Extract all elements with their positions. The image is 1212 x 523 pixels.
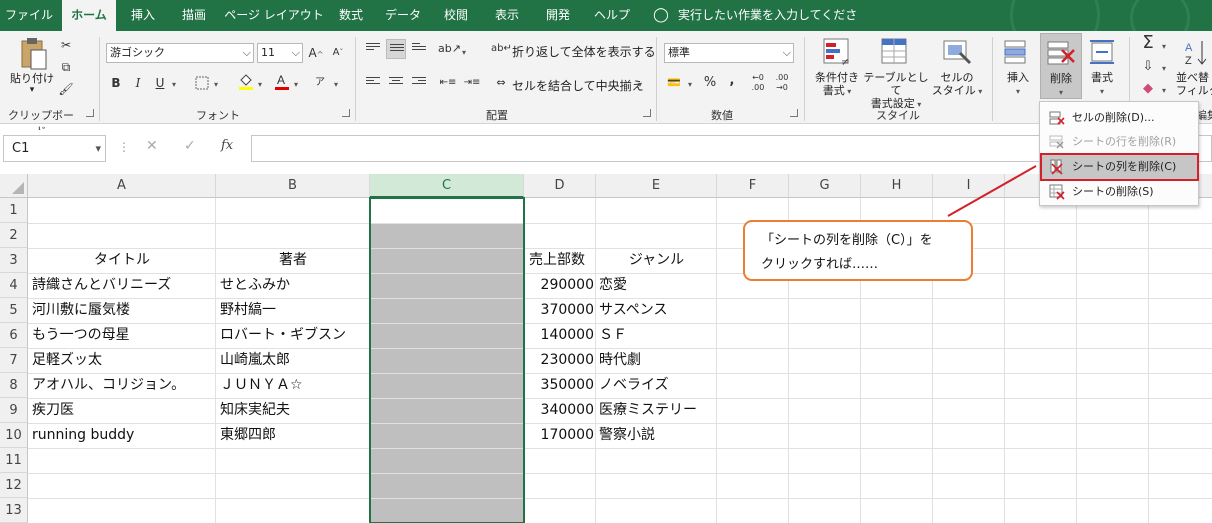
callout-pointer — [947, 165, 1037, 217]
menu-item-label: セルの削除(D)... — [1072, 111, 1155, 124]
menu-item-label: シートの行を削除(R) — [1072, 135, 1177, 148]
delete-rows-icon — [1049, 134, 1065, 150]
menu-item-delete-sheet-columns[interactable]: シートの列を削除(C) — [1040, 153, 1199, 181]
delete-dropdown-menu: セルの削除(D)... シートの行を削除(R) シートの列を削除(C) シートの… — [1039, 101, 1199, 206]
instruction-callout: 「シートの列を削除（C）」を クリックすれば…… — [743, 220, 973, 281]
menu-item-delete-cells[interactable]: セルの削除(D)... — [1042, 106, 1197, 130]
menu-item-label: シートの削除(S) — [1072, 185, 1154, 198]
menu-item-delete-sheet[interactable]: シートの削除(S) — [1042, 180, 1197, 204]
delete-cells-icon — [1049, 110, 1065, 126]
menu-item-delete-sheet-rows[interactable]: シートの行を削除(R) — [1042, 130, 1197, 154]
callout-line-1: 「シートの列を削除（C）」を — [761, 233, 933, 248]
callout-line-2: クリックすれば…… — [761, 257, 879, 272]
menu-item-label: シートの列を削除(C) — [1072, 160, 1177, 173]
delete-columns-icon — [1049, 159, 1065, 175]
delete-sheet-icon — [1049, 184, 1065, 200]
